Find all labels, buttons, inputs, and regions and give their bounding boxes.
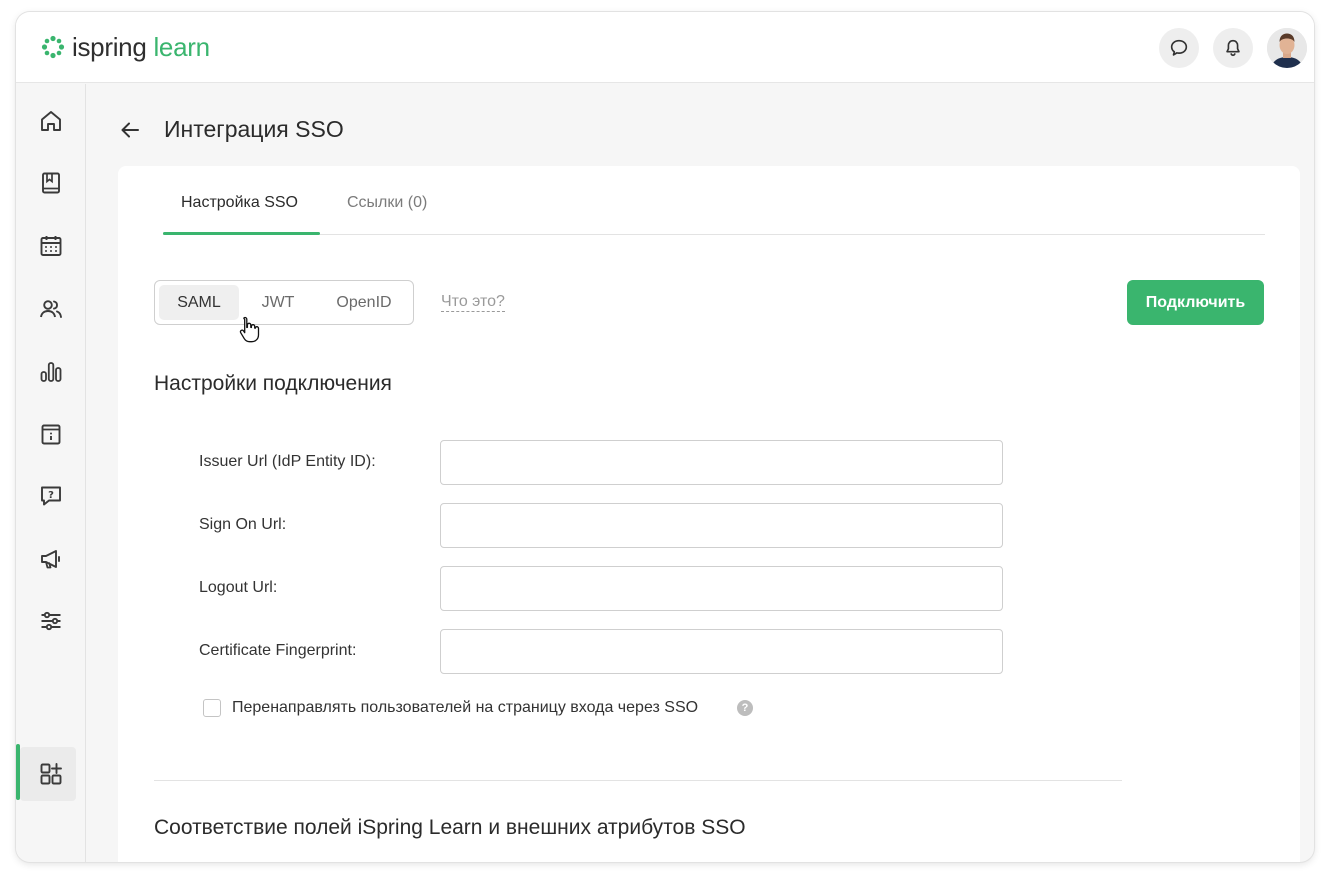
issuer-url-input[interactable]: [440, 440, 1003, 485]
add-widget-icon: [40, 763, 62, 785]
tab-sso-settings[interactable]: Настройка SSO: [181, 194, 298, 212]
bar-chart-icon: [40, 362, 62, 382]
sidebar-item-integrations[interactable]: [36, 759, 66, 789]
sidebar-item-quizzes[interactable]: ?: [36, 481, 66, 511]
active-tab-underline: [163, 232, 320, 235]
ispring-flower-icon: [41, 35, 65, 59]
chat-bubble-icon: [1170, 39, 1188, 56]
tab-links[interactable]: Ссылки (0): [347, 194, 427, 212]
sidebar-item-courses[interactable]: [36, 168, 66, 198]
what-is-this-link[interactable]: Что это?: [441, 293, 505, 312]
redirect-checkbox-label[interactable]: Перенаправлять пользователей на страницу…: [232, 699, 698, 717]
sign-on-url-input[interactable]: [440, 503, 1003, 548]
connect-button[interactable]: Подключить: [1127, 280, 1264, 325]
sign-on-url-label: Sign On Url:: [199, 516, 287, 533]
logo-text-secondary: learn: [153, 31, 210, 62]
protocol-option-saml[interactable]: SAML: [159, 285, 239, 320]
tab-bar: Настройка SSO Ссылки (0): [163, 166, 1265, 235]
users-icon: [40, 300, 62, 318]
megaphone-icon: [41, 550, 60, 569]
logout-url-input[interactable]: [440, 566, 1003, 611]
app-window: ispring learn ? Интеграция SSO Настройка…: [16, 12, 1314, 862]
section-divider: [154, 780, 1122, 781]
redirect-checkbox[interactable]: [203, 699, 221, 717]
sidebar-item-home[interactable]: [36, 106, 66, 136]
ispring-logo[interactable]: ispring learn: [40, 30, 210, 64]
page-title: Интеграция SSO: [164, 116, 344, 142]
protocol-selector: SAML JWT OpenID: [154, 280, 414, 325]
field-mapping-title: Соответствие полей iSpring Learn и внешн…: [154, 816, 746, 839]
logout-url-label: Logout Url:: [199, 579, 278, 596]
bell-icon: [1226, 39, 1240, 57]
sidebar: ? EA: [16, 84, 86, 862]
book-icon: [42, 172, 60, 194]
hand-pointer-cursor-icon: [239, 316, 260, 343]
home-icon: [41, 111, 61, 131]
calendar-icon: [40, 236, 62, 256]
chat-button[interactable]: [1159, 28, 1199, 68]
issuer-url-label: Issuer Url (IdP Entity ID):: [199, 453, 376, 470]
sliders-icon: [41, 611, 61, 631]
svg-text:?: ?: [48, 490, 54, 501]
connection-settings-title: Настройки подключения: [154, 372, 392, 395]
avatar[interactable]: [1267, 28, 1307, 68]
user-avatar-icon: [1267, 28, 1307, 68]
sidebar-item-announcements[interactable]: [36, 544, 66, 574]
arrow-left-icon: [121, 122, 139, 138]
settings-card: Настройка SSO Ссылки (0) SAML JWT OpenID…: [118, 166, 1300, 862]
info-card-icon: [41, 424, 61, 445]
top-bar: ispring learn: [16, 12, 1314, 83]
protocol-option-openid[interactable]: OpenID: [319, 285, 409, 320]
sidebar-item-settings[interactable]: [36, 606, 66, 636]
sidebar-item-calendar[interactable]: [36, 231, 66, 261]
logo-text-primary: ispring: [72, 31, 147, 62]
help-question-icon[interactable]: ?: [737, 700, 753, 716]
notifications-button[interactable]: [1213, 28, 1253, 68]
sidebar-item-info[interactable]: [36, 419, 66, 449]
certificate-fingerprint-label: Certificate Fingerprint:: [199, 642, 357, 659]
question-chat-icon: ?: [41, 486, 61, 506]
logo-text: ispring learn: [72, 32, 210, 63]
back-button[interactable]: [118, 118, 142, 142]
sidebar-item-users[interactable]: [36, 294, 66, 324]
sidebar-item-reports[interactable]: [36, 357, 66, 387]
certificate-fingerprint-input[interactable]: [440, 629, 1003, 674]
